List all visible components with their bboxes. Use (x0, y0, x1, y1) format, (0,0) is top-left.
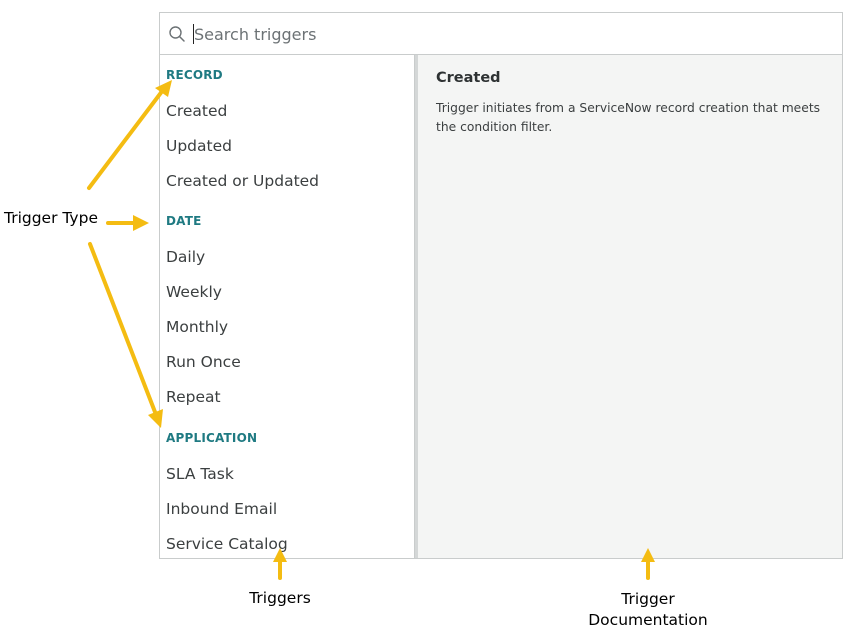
trigger-documentation-pane: Created Trigger initiates from a Service… (418, 55, 842, 558)
arrow-to-application (88, 242, 157, 414)
trigger-item-inbound-email[interactable]: Inbound Email (166, 500, 277, 518)
documentation-body: Trigger initiates from a ServiceNow reco… (436, 101, 821, 134)
trigger-item-daily[interactable]: Daily (166, 248, 205, 266)
trigger-item-sla-task[interactable]: SLA Task (166, 465, 234, 483)
documentation-title: Created (436, 70, 501, 86)
annotation-trigger-documentation: Trigger Documentation (588, 590, 708, 629)
search-input[interactable] (194, 21, 794, 47)
trigger-item-service-catalog[interactable]: Service Catalog (166, 535, 288, 553)
group-heading-record: RECORD (166, 68, 223, 82)
annotation-triggers: Triggers (249, 589, 311, 607)
trigger-item-repeat[interactable]: Repeat (166, 388, 221, 406)
annotation-trigger-type: Trigger Type (4, 209, 98, 227)
trigger-picker-panel: RECORD Created Updated Created or Update… (159, 12, 843, 559)
search-bar (160, 13, 842, 55)
trigger-item-created[interactable]: Created (166, 102, 227, 120)
search-icon (168, 25, 186, 43)
group-heading-application: APPLICATION (166, 431, 258, 445)
trigger-item-updated[interactable]: Updated (166, 137, 232, 155)
trigger-item-run-once[interactable]: Run Once (166, 353, 241, 371)
arrow-to-record (87, 88, 165, 190)
trigger-item-monthly[interactable]: Monthly (166, 318, 228, 336)
group-heading-date: DATE (166, 214, 202, 228)
trigger-list: RECORD Created Updated Created or Update… (160, 55, 414, 558)
trigger-item-weekly[interactable]: Weekly (166, 283, 222, 301)
arrow-to-date-head (133, 215, 149, 231)
trigger-item-created-or-updated[interactable]: Created or Updated (166, 172, 319, 190)
